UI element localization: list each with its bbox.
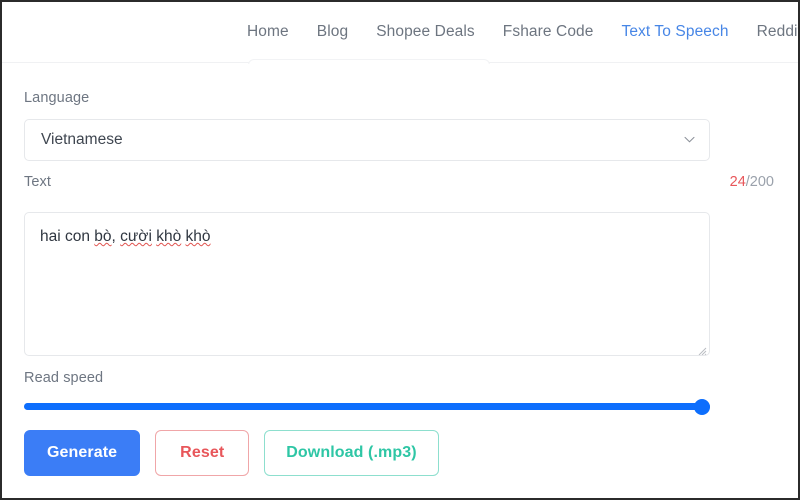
chevron-down-icon [684, 136, 695, 143]
nav-item-text-to-speech[interactable]: Text To Speech [607, 23, 742, 41]
text-input[interactable]: hai con bò, cười khò khò [24, 212, 710, 356]
resize-grip-icon[interactable] [695, 341, 707, 355]
character-counter-used: 24 [729, 174, 746, 190]
nav-item-blog[interactable]: Blog [303, 23, 362, 41]
text-input-wrapper[interactable]: hai con bò, cười khò khò [24, 212, 710, 356]
nav-item-home[interactable]: Home [233, 23, 303, 41]
reset-button[interactable]: Reset [155, 430, 250, 476]
slider-thumb[interactable] [694, 399, 710, 415]
read-speed-label: Read speed [24, 370, 104, 386]
language-select-wrapper[interactable]: Vietnamese [24, 119, 710, 161]
app-window: Home Blog Shopee Deals Fshare Code Text … [0, 0, 800, 500]
text-input-content: hai con bò, cười khò khò [40, 228, 211, 245]
language-label: Language [24, 90, 90, 106]
nav-item-reddit[interactable]: Reddit [743, 23, 798, 41]
slider-fill [24, 403, 710, 410]
nav-item-shopee-deals[interactable]: Shopee Deals [362, 23, 489, 41]
language-select-value: Vietnamese [41, 131, 123, 148]
nav-links: Home Blog Shopee Deals Fshare Code Text … [233, 23, 798, 41]
read-speed-slider[interactable] [24, 398, 710, 416]
character-counter: 24/200 [730, 174, 774, 190]
action-buttons: Generate Reset Download (.mp3) [24, 430, 439, 476]
tts-form: Language Vietnamese Text 24/200 hai con … [2, 64, 798, 498]
language-select[interactable]: Vietnamese [24, 119, 710, 161]
nav-item-fshare-code[interactable]: Fshare Code [489, 23, 608, 41]
generate-button[interactable]: Generate [24, 430, 141, 476]
top-navbar: Home Blog Shopee Deals Fshare Code Text … [2, 2, 798, 62]
text-label: Text [24, 174, 51, 190]
download-mp3-button[interactable]: Download (.mp3) [264, 430, 439, 476]
character-counter-max: /200 [745, 174, 774, 190]
